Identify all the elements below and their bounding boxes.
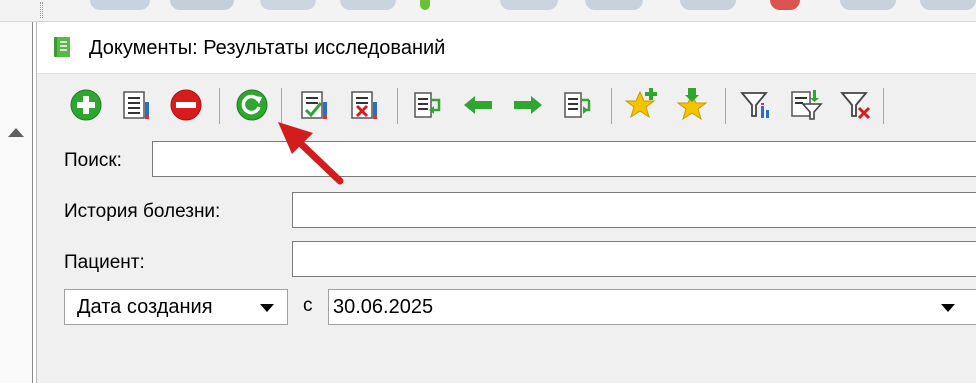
document-book-icon: [54, 37, 70, 57]
search-field[interactable]: [152, 141, 976, 177]
history-label: История болезни:: [64, 201, 221, 222]
favorite-button[interactable]: [673, 86, 711, 124]
date-from-input[interactable]: [329, 290, 976, 324]
edit-document-icon: [123, 91, 149, 119]
date-type-value: Дата создания: [77, 296, 213, 318]
favorite-add-icon: [625, 88, 657, 119]
arrow-right-icon: [514, 96, 542, 114]
search-label: Поиск:: [64, 150, 122, 171]
add-button[interactable]: [67, 86, 105, 124]
date-type-dropdown[interactable]: Дата создания: [64, 289, 288, 325]
patient-field[interactable]: [292, 241, 976, 277]
cut-off-icon: [840, 0, 896, 10]
cut-off-icon: [770, 0, 800, 10]
filter-document-icon: [791, 90, 823, 120]
toolbar-separator: [611, 88, 612, 124]
date-from-field[interactable]: [328, 289, 976, 325]
filter-settings-icon: [740, 92, 769, 118]
cancel-approve-button[interactable]: [345, 86, 383, 124]
move-document-back-icon: [564, 92, 591, 118]
window-title: Документы: Результаты исследований: [89, 37, 446, 59]
move-forward-button[interactable]: [409, 86, 447, 124]
filter-settings-button[interactable]: [737, 86, 775, 124]
move-back-button[interactable]: [559, 86, 597, 124]
patient-label: Пациент:: [64, 252, 145, 273]
toolbar: [37, 82, 976, 134]
favorite-down-icon: [676, 88, 708, 121]
cut-off-icon: [170, 0, 234, 10]
delete-icon: [170, 89, 202, 121]
date-from-label: с: [303, 295, 313, 316]
toolbar-separator: [281, 88, 282, 124]
previous-button[interactable]: [459, 86, 497, 124]
cut-off-icon: [585, 0, 643, 10]
delete-button[interactable]: [167, 86, 205, 124]
toolbar-separator: [883, 88, 884, 124]
next-button[interactable]: [509, 86, 547, 124]
cut-off-icon: [420, 0, 430, 10]
refresh-icon: [236, 89, 268, 121]
panel-splitter[interactable]: [32, 22, 33, 383]
toolbar-separator: [725, 88, 726, 124]
parent-toolbar-strip: [0, 0, 976, 22]
favorite-add-button[interactable]: [623, 86, 661, 124]
cancel-document-icon: [351, 91, 377, 119]
cut-off-icon: [90, 0, 150, 10]
left-panel: [0, 22, 32, 383]
cut-off-icon: [340, 0, 396, 10]
chevron-down-icon[interactable]: [260, 304, 274, 312]
cut-off-icon: [920, 0, 976, 10]
edit-button[interactable]: [117, 86, 155, 124]
check-document-icon: [301, 91, 327, 119]
toolbar-grip: [40, 2, 43, 18]
filter-document-button[interactable]: [787, 86, 825, 124]
move-document-icon: [414, 92, 441, 118]
toolbar-separator: [219, 88, 220, 124]
refresh-button[interactable]: [233, 86, 271, 124]
cut-off-icon: [500, 0, 558, 10]
approve-button[interactable]: [295, 86, 333, 124]
chevron-down-icon[interactable]: [941, 304, 955, 312]
arrow-left-icon: [464, 96, 492, 114]
cut-off-icon: [680, 0, 736, 10]
documents-window: Документы: Результаты исследований Поиск…: [36, 22, 976, 383]
add-icon: [70, 89, 102, 121]
filter-clear-icon: [840, 92, 871, 120]
patient-input[interactable]: [293, 242, 976, 276]
scroll-up-arrow-icon[interactable]: [8, 128, 24, 137]
history-field[interactable]: [292, 192, 976, 228]
cut-off-icon: [260, 0, 316, 10]
history-input[interactable]: [293, 193, 976, 227]
toolbar-separator: [397, 88, 398, 124]
search-input[interactable]: [153, 142, 976, 176]
filter-clear-button[interactable]: [837, 86, 875, 124]
window-title-bar: Документы: Результаты исследований: [37, 22, 976, 74]
